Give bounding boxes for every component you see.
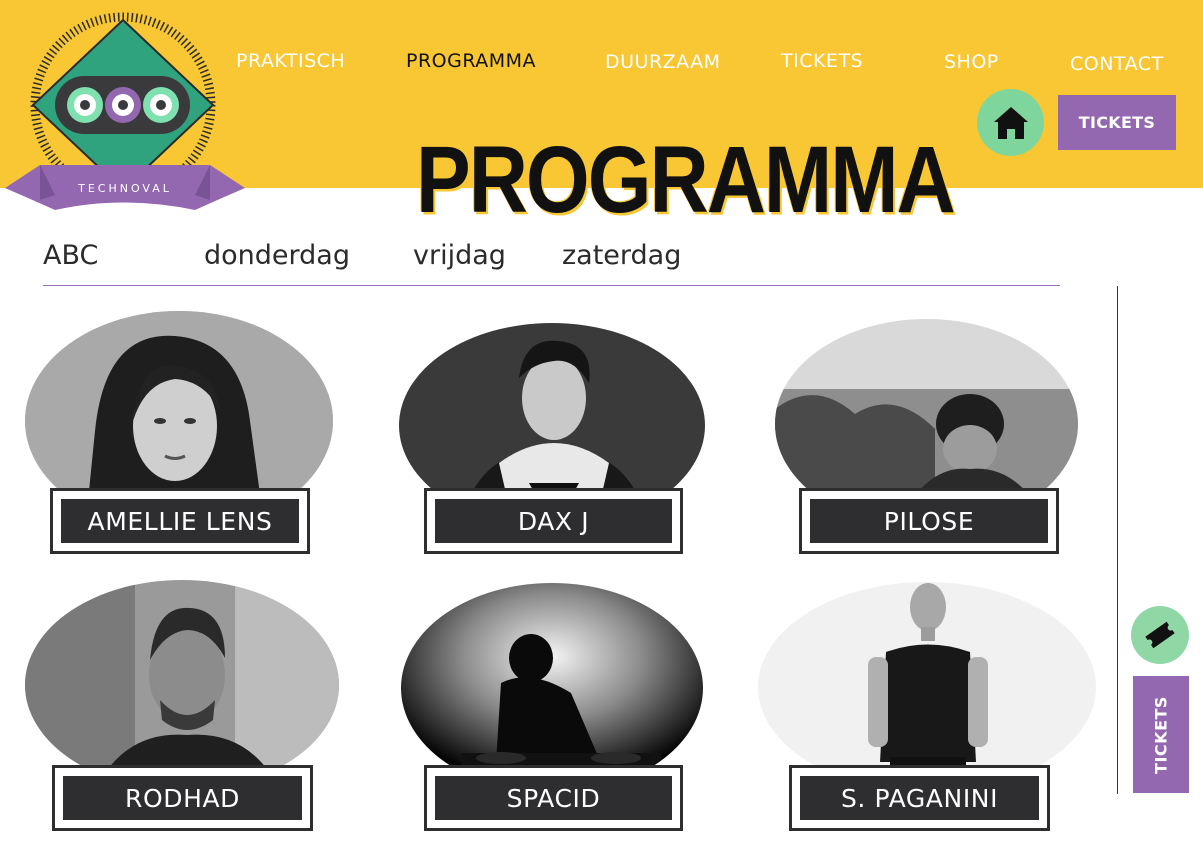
artist-nameplate: DAX J (424, 488, 683, 554)
artist-photo (758, 582, 1096, 792)
nav-duurzaam[interactable]: DUURZAAM (605, 51, 721, 73)
artist-card-amellie-lens[interactable]: AMELLIE LENS (25, 311, 335, 556)
artist-nameplate: PILOSE (799, 488, 1059, 554)
artist-card-rodhad[interactable]: RODHAD (25, 580, 340, 832)
technoval-logo[interactable]: TECHNOVAL (0, 10, 250, 215)
artist-card-dax-j[interactable]: DAX J (399, 323, 705, 556)
artist-name: PILOSE (810, 499, 1048, 543)
artist-nameplate: SPACID (424, 765, 683, 831)
artist-nameplate: S. PAGANINI (789, 765, 1050, 831)
nav-programma[interactable]: PROGRAMMA (406, 50, 536, 72)
side-divider (1117, 286, 1118, 794)
nav-tickets[interactable]: TICKETS (781, 50, 863, 72)
home-icon (993, 106, 1028, 139)
artist-card-spacid[interactable]: SPACID (401, 583, 704, 832)
tabs-divider (43, 285, 1060, 286)
nav-contact[interactable]: CONTACT (1070, 53, 1164, 75)
artist-nameplate: RODHAD (52, 765, 313, 831)
header-tickets-button[interactable]: TICKETS (1058, 95, 1176, 150)
nav-shop[interactable]: SHOP (944, 51, 999, 73)
page-title: PROGRAMMA (416, 128, 956, 233)
side-tickets-label: TICKETS (1151, 695, 1171, 774)
tab-vrijdag[interactable]: vrijdag (413, 240, 506, 271)
artist-photo (25, 580, 339, 790)
ticket-icon (1145, 621, 1175, 649)
artist-card-pilose[interactable]: PILOSE (775, 319, 1078, 556)
tab-zaterdag[interactable]: zaterdag (562, 240, 681, 271)
artist-name: RODHAD (63, 776, 302, 820)
artist-card-s-paganini[interactable]: S. PAGANINI (758, 582, 1096, 832)
tab-abc[interactable]: ABC (43, 240, 98, 271)
side-tickets-tab[interactable]: TICKETS (1133, 676, 1189, 793)
side-ticket-button[interactable] (1131, 606, 1189, 664)
home-button[interactable] (977, 89, 1044, 156)
artist-name: DAX J (435, 499, 672, 543)
artist-nameplate: AMELLIE LENS (50, 488, 310, 554)
logo-text: TECHNOVAL (77, 182, 172, 195)
artist-photo (401, 583, 703, 793)
artist-name: S. PAGANINI (800, 776, 1039, 820)
tab-donderdag[interactable]: donderdag (204, 240, 350, 271)
artist-name: AMELLIE LENS (61, 499, 299, 543)
nav-praktisch[interactable]: PRAKTISCH (236, 50, 345, 72)
artist-name: SPACID (435, 776, 672, 820)
